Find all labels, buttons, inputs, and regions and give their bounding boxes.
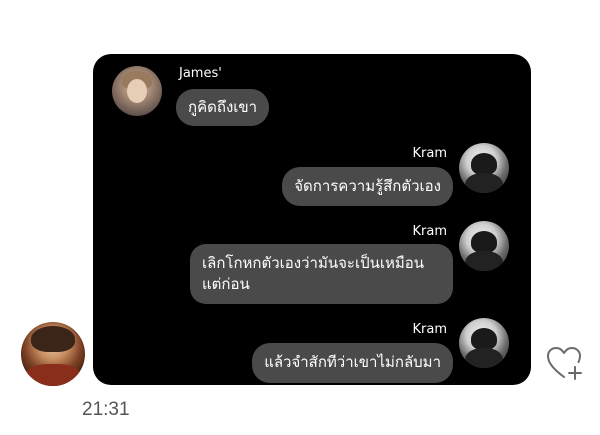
- sender-name-kram: Kram: [412, 224, 448, 239]
- sender-name-james: James': [179, 66, 222, 81]
- avatar-body: [465, 348, 503, 368]
- chat-screenshot-card[interactable]: James' กูคิดถึงเขา Kram จัดการความรู้สึก…: [93, 54, 531, 385]
- sender-name-kram: Kram: [412, 146, 448, 161]
- message-bubble-kram: จัดการความรู้สึกตัวเอง: [282, 167, 453, 206]
- message-timestamp: 21:31: [82, 399, 130, 420]
- avatar-head: [471, 231, 497, 253]
- avatar-head: [471, 153, 497, 175]
- avatar-body: [465, 251, 503, 271]
- kram-avatar: [459, 221, 509, 271]
- message-bubble-kram: แล้วจำสักทีว่าเขาไม่กลับมา: [252, 343, 453, 383]
- avatar-head: [471, 328, 497, 350]
- kram-avatar: [459, 318, 509, 368]
- avatar-face: [127, 79, 147, 103]
- message-bubble-kram: เลิกโกหกตัวเองว่ามันจะเป็นเหมือนแต่ก่อน: [190, 244, 453, 304]
- heart-plus-icon[interactable]: [546, 346, 586, 382]
- sender-avatar[interactable]: [21, 322, 85, 386]
- avatar-body: [465, 173, 503, 193]
- james-avatar: [112, 66, 162, 116]
- avatar-hair: [31, 326, 75, 352]
- avatar-coat: [25, 364, 81, 386]
- kram-avatar: [459, 143, 509, 193]
- sender-name-kram: Kram: [412, 322, 448, 337]
- message-bubble-james: กูคิดถึงเขา: [176, 89, 270, 126]
